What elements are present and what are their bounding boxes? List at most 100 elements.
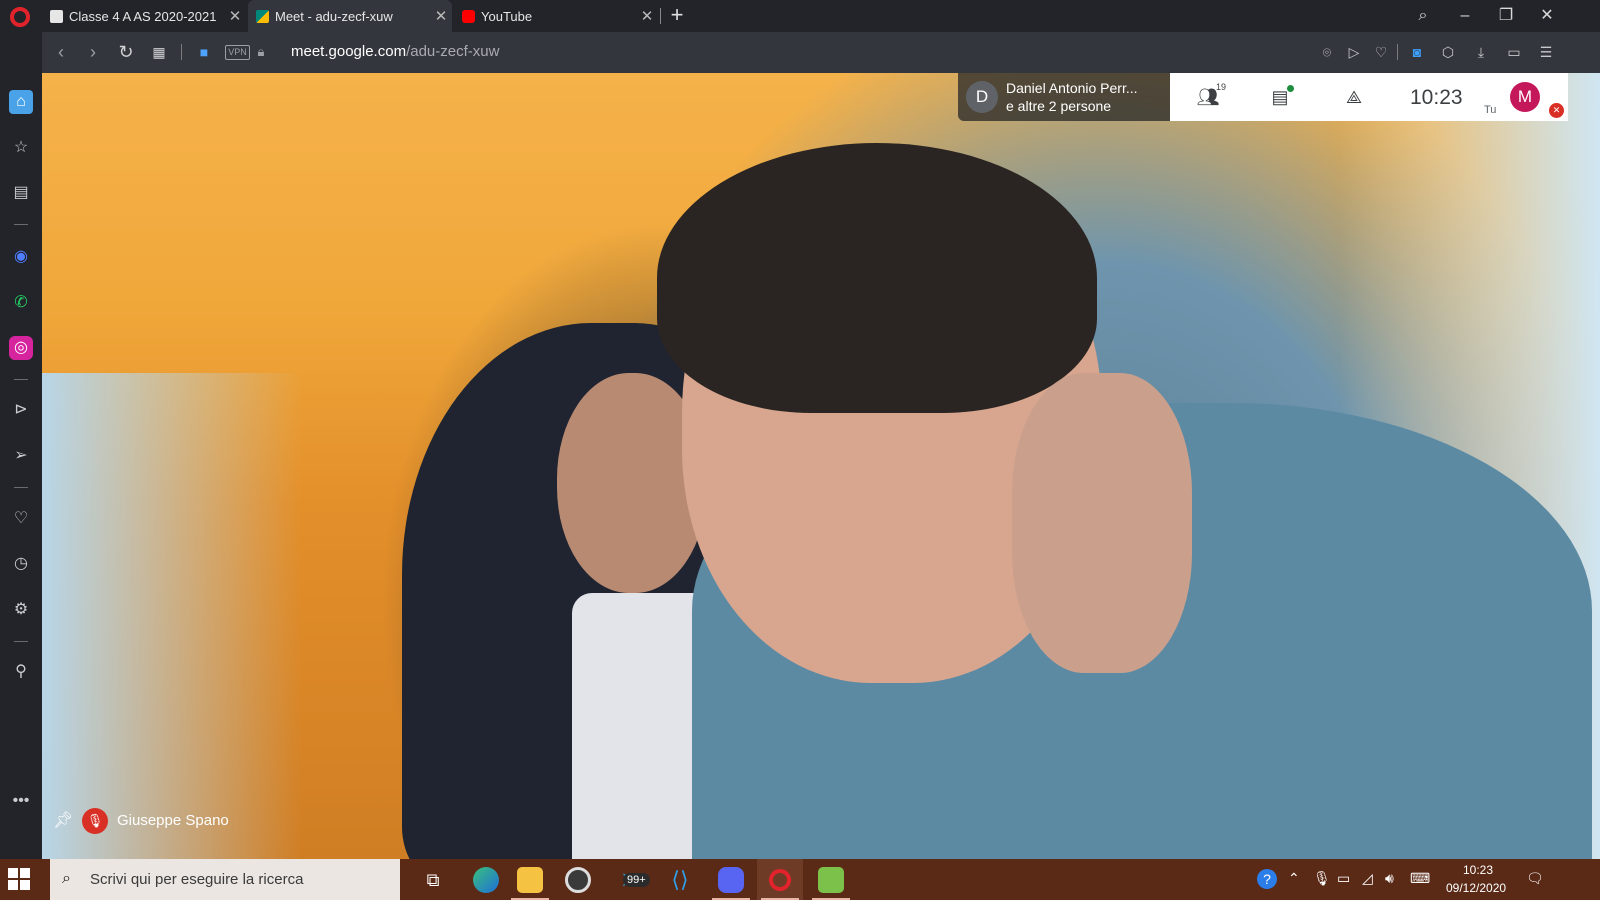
battery-tray-icon[interactable]: ▭: [1337, 870, 1350, 887]
wifi-tray-icon[interactable]: ◿: [1362, 870, 1373, 887]
url-host: meet.google.com: [291, 43, 407, 60]
close-tab-icon[interactable]: ✕: [430, 7, 452, 25]
close-tab-icon[interactable]: ✕: [224, 7, 246, 25]
tray-expand-chevron-icon[interactable]: ⌃: [1288, 870, 1300, 887]
close-tab-icon[interactable]: ✕: [636, 7, 658, 25]
taskbar-search-input[interactable]: ⌕ Scrivi qui per eseguire la ricerca: [50, 859, 400, 900]
download-icon[interactable]: ⤓: [1471, 42, 1491, 62]
separator: [1397, 44, 1398, 60]
speaker-name: Giuseppe Spano: [117, 812, 229, 829]
classroom-favicon-icon: [50, 9, 63, 23]
search-tabs-icon[interactable]: ⌕: [1408, 4, 1438, 28]
url-field[interactable]: meet.google.com/adu-zecf-xuw: [291, 43, 499, 60]
camera-in-use-icon[interactable]: ■: [193, 41, 215, 63]
star-speed-dial-icon[interactable]: ☆: [9, 136, 33, 160]
youtube-favicon-icon: [462, 9, 475, 23]
microphone-tray-icon[interactable]: 🎙︎: [1313, 870, 1331, 887]
self-avatar[interactable]: M: [1510, 82, 1540, 112]
edge-browser-icon[interactable]: [463, 859, 509, 900]
notifications-icon[interactable]: 🗨︎: [1526, 870, 1544, 887]
easy-setup-icon[interactable]: ☰: [1536, 42, 1556, 62]
forward-icon[interactable]: ›: [82, 41, 104, 63]
new-tab-plus-icon[interactable]: +: [666, 4, 688, 26]
separator: [181, 44, 182, 60]
tab-classroom[interactable]: Classe 4 A AS 2020-2021 ✕: [42, 0, 246, 32]
activities-icon[interactable]: ⟁: [1341, 85, 1367, 109]
windows-taskbar: ⌕ Scrivi qui per eseguire la ricerca ⧉ ➤…: [0, 859, 1600, 900]
bookmarks-heart-icon[interactable]: ♡: [9, 507, 33, 531]
search-placeholder: Scrivi qui per eseguire la ricerca: [90, 871, 304, 888]
foreground-person-hand: [1012, 373, 1192, 673]
messenger-icon[interactable]: ◉: [9, 245, 33, 269]
restore-icon[interactable]: ❐: [1491, 4, 1521, 28]
meet-favicon-icon: [256, 9, 269, 23]
sidebar-divider: [14, 379, 28, 380]
vpn-badge[interactable]: VPN: [225, 45, 250, 60]
windows-start-icon[interactable]: [8, 868, 30, 890]
bookmark-heart-icon[interactable]: ♡: [1371, 42, 1391, 62]
opera-menu-icon[interactable]: [10, 7, 30, 27]
video-feed: [42, 73, 1600, 859]
tab-meet[interactable]: Meet - adu-zecf-xuw ✕: [248, 0, 452, 32]
taskbar-clock-date[interactable]: 09/12/2020: [1446, 881, 1506, 895]
search-icon: ⌕: [62, 870, 71, 887]
self-muted-mic-icon: ✕: [1549, 103, 1564, 118]
flow-send-icon[interactable]: ▷: [1344, 42, 1364, 62]
close-window-icon[interactable]: ✕: [1532, 4, 1562, 28]
settings-gear-icon[interactable]: ⚙: [9, 598, 33, 622]
address-bar: ‹ › ↻ ▦ ■ VPN 🔒︎ meet.google.com/adu-zec…: [42, 32, 1600, 73]
presenter-avatar: D: [966, 81, 998, 113]
instagram-icon[interactable]: ◎: [9, 336, 33, 360]
participants-count: 19: [1216, 82, 1227, 92]
history-clock-icon[interactable]: ◷: [9, 552, 33, 576]
workspace-briefcase-icon[interactable]: ▤: [9, 181, 33, 205]
chat-notification-dot: [1287, 85, 1294, 92]
lock-icon[interactable]: 🔒︎: [250, 41, 272, 63]
foreground-person-hair: [657, 143, 1097, 413]
volume-tray-icon[interactable]: 🔊︎: [1385, 870, 1394, 887]
image-viewer-icon[interactable]: [808, 859, 854, 900]
vscode-icon[interactable]: ⟨⟩: [657, 859, 703, 900]
taskbar-clock-time[interactable]: 10:23: [1463, 863, 1493, 877]
task-view-icon[interactable]: ⧉: [410, 859, 456, 900]
minimize-icon[interactable]: –: [1450, 4, 1480, 28]
extension-icon[interactable]: ◙: [1407, 42, 1427, 62]
video-background: [42, 373, 302, 859]
cube-extension-icon[interactable]: ⬡: [1438, 42, 1458, 62]
battery-saver-icon[interactable]: ▭: [1504, 42, 1524, 62]
opera-sidebar: ⌂ ☆ ▤ ◉ ✆ ◎ ⊳ ➢ ♡ ◷ ⚙ ⚲ •••: [0, 32, 42, 859]
screen-recorder-icon[interactable]: [555, 859, 601, 900]
more-options-icon[interactable]: •••: [9, 789, 33, 813]
telegram-unread-badge: 99+: [623, 873, 650, 887]
sidebar-divider: [14, 641, 28, 642]
you-label: Tu: [1484, 104, 1497, 116]
discord-icon[interactable]: [708, 859, 754, 900]
reload-icon[interactable]: ↻: [115, 41, 137, 63]
send-flow-icon[interactable]: ➢: [9, 444, 33, 468]
help-icon[interactable]: ?: [1257, 869, 1277, 889]
opera-taskbar-icon[interactable]: [757, 859, 803, 900]
meeting-clock: 10:23: [1410, 86, 1463, 109]
home-icon[interactable]: ⌂: [9, 90, 33, 114]
player-icon[interactable]: ⊳: [9, 398, 33, 422]
tab-grid-icon[interactable]: ▦: [148, 41, 170, 63]
file-explorer-icon[interactable]: [507, 859, 553, 900]
back-icon[interactable]: ‹: [50, 41, 72, 63]
sidebar-divider: [14, 224, 28, 225]
tab-separator: [660, 8, 661, 24]
tab-title: Meet - adu-zecf-xuw: [275, 8, 393, 24]
url-path: /adu-zecf-xuw: [406, 43, 500, 60]
keyboard-tray-icon[interactable]: ⌨: [1410, 870, 1430, 887]
pin-icon[interactable]: 📌︎: [53, 810, 73, 832]
meet-top-bar: [1170, 73, 1568, 121]
presenter-info[interactable]: D Daniel Antonio Perr... e altre 2 perso…: [958, 73, 1170, 121]
sidebar-divider: [14, 487, 28, 488]
tab-bar: Classe 4 A AS 2020-2021 ✕ Meet - adu-zec…: [0, 0, 1600, 32]
mic-off-icon: 🎙︎: [82, 808, 108, 834]
tab-youtube[interactable]: YouTube ✕: [454, 0, 658, 32]
tips-lightbulb-icon[interactable]: ⚲: [9, 660, 33, 684]
snapshot-camera-icon[interactable]: ⌾: [1317, 42, 1337, 62]
presenter-others: e altre 2 persone: [1006, 98, 1112, 114]
whatsapp-icon[interactable]: ✆: [9, 291, 33, 315]
presenter-name: Daniel Antonio Perr...: [1006, 80, 1138, 96]
